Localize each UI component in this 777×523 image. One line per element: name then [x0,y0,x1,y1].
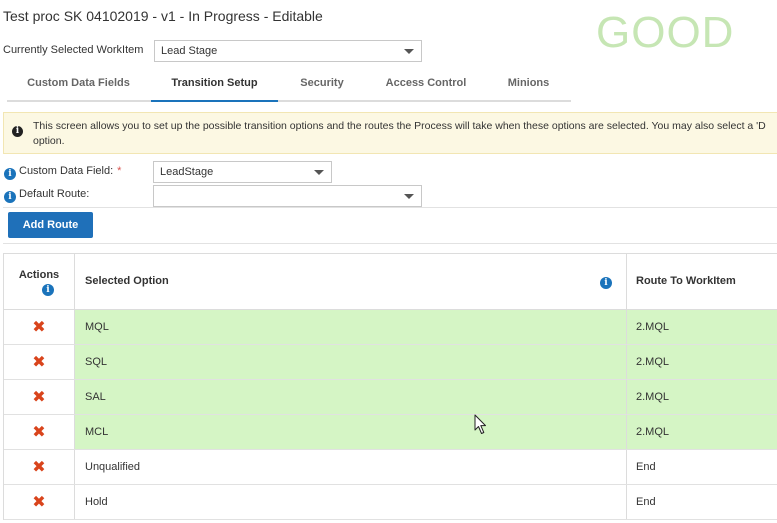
delete-icon[interactable]: ✖ [32,345,45,379]
option-cell: SQL [75,345,627,379]
option-cell: SAL [75,380,627,414]
table-row: ✖ SQL 2.MQL [4,345,777,380]
tab-access-control[interactable]: Access Control [366,68,486,100]
info-icon[interactable]: i [600,277,612,289]
info-text-line2: option. [33,135,65,147]
info-icon: i [12,126,23,137]
chevron-down-icon [314,170,324,175]
table-row: ✖ MQL 2.MQL [4,310,777,345]
header-actions: Actions i [4,254,75,309]
actions-cell: ✖ [4,310,75,344]
route-cell: 2.MQL [627,380,777,414]
info-icon[interactable]: i [4,168,16,180]
header-actions-label: Actions [18,269,60,281]
actions-cell: ✖ [4,485,75,519]
chevron-down-icon [404,49,414,54]
chevron-down-icon [404,194,414,199]
info-icon[interactable]: i [42,284,54,296]
option-cell: Hold [75,485,627,519]
tab-custom-data-fields[interactable]: Custom Data Fields [7,68,150,100]
route-cell: 2.MQL [627,345,777,379]
actions-cell: ✖ [4,345,75,379]
actions-cell: ✖ [4,415,75,449]
route-cell: 2.MQL [627,310,777,344]
tab-bar: Custom Data Fields Transition Setup Secu… [7,68,571,102]
delete-icon[interactable]: ✖ [32,485,45,519]
route-cell: 2.MQL [627,415,777,449]
workitem-select[interactable]: Lead Stage [154,40,422,62]
header-selected-option-label: Selected Option [85,275,169,287]
option-cell: Unqualified [75,450,627,484]
mouse-pointer-icon [474,414,486,434]
page-title: Test proc SK 04102019 - v1 - In Progress… [3,8,323,24]
custom-data-field-label: i Custom Data Field: * [4,165,122,180]
divider [3,207,777,208]
required-marker: * [117,165,122,177]
custom-data-field-value: LeadStage [160,166,214,178]
info-icon[interactable]: i [4,191,16,203]
table-header: Actions i Selected Option i Route To Wor… [4,254,777,310]
divider [3,243,777,244]
table-row: ✖ Hold End [4,485,777,520]
table-row: ✖ SAL 2.MQL [4,380,777,415]
status-stamp: GOOD [596,8,735,57]
delete-icon[interactable]: ✖ [32,380,45,414]
workitem-label: Currently Selected WorkItem [3,44,144,56]
custom-data-field-select[interactable]: LeadStage [153,161,332,183]
tab-minions[interactable]: Minions [486,68,571,100]
tab-transition-setup[interactable]: Transition Setup [151,68,278,102]
header-route-to-workitem: Route To WorkItem [636,275,736,287]
default-route-select[interactable] [153,185,422,207]
default-route-label-text: Default Route: [19,188,90,200]
actions-cell: ✖ [4,450,75,484]
header-selected-option: Selected Option i [75,254,627,309]
tab-security[interactable]: Security [278,68,366,100]
routes-table: Actions i Selected Option i Route To Wor… [3,253,777,520]
workitem-select-value: Lead Stage [161,45,218,57]
info-text-line1: This screen allows you to set up the pos… [33,120,766,132]
default-route-label: i Default Route: [4,188,90,203]
table-row: ✖ MCL 2.MQL [4,415,777,450]
delete-icon[interactable]: ✖ [32,415,45,449]
custom-data-field-label-text: Custom Data Field: [19,165,114,177]
option-cell: MCL [75,415,627,449]
info-banner: i This screen allows you to set up the p… [3,112,777,154]
route-cell: End [636,496,656,508]
delete-icon[interactable]: ✖ [32,450,45,484]
route-cell: End [636,461,656,473]
option-cell: MQL [75,310,627,344]
actions-cell: ✖ [4,380,75,414]
table-row: ✖ Unqualified End [4,450,777,485]
add-route-button[interactable]: Add Route [8,212,93,238]
delete-icon[interactable]: ✖ [32,310,45,344]
